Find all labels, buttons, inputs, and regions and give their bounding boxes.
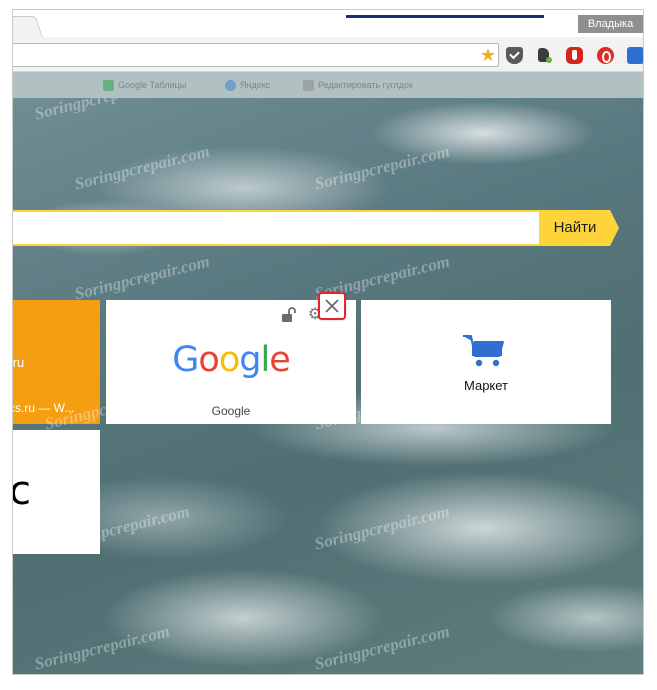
- tile-white-site[interactable]: c: [13, 430, 100, 554]
- tile-title: .ru: [13, 355, 25, 370]
- watermark: Soringpcrepair.com: [72, 251, 212, 304]
- new-tab-page: Найти .ru cs.ru — W... ⚙ Google Google: [13, 98, 643, 674]
- evernote-icon[interactable]: [536, 47, 553, 64]
- watermark: Soringpcrepair.com: [312, 141, 452, 194]
- doc-icon: [303, 80, 314, 92]
- bookmarks-bar: Google Таблицы Яндекс Редактировать гугл…: [13, 72, 643, 98]
- browser-window: Владыка ★ Google Таблицы Яндекс Редактир…: [13, 10, 643, 674]
- bookmark-item[interactable]: Яндекс: [225, 80, 270, 92]
- loading-bar: [346, 15, 544, 18]
- profile-badge[interactable]: Владыка: [578, 15, 643, 33]
- tab-strip: Владыка: [13, 10, 643, 38]
- unlock-icon[interactable]: [280, 306, 298, 324]
- google-logo: Google: [172, 340, 290, 380]
- bookmark-item[interactable]: Google Таблицы: [103, 80, 186, 92]
- search-input[interactable]: [13, 212, 543, 246]
- tile-orange-site[interactable]: .ru cs.ru — W...: [13, 300, 100, 424]
- pocket-icon[interactable]: [506, 47, 523, 64]
- watermark: Soringpcrepair.com: [72, 141, 212, 194]
- address-bar[interactable]: ★: [13, 43, 499, 67]
- tile-caption: Маркет: [463, 378, 509, 393]
- sheets-icon: [103, 80, 114, 92]
- shopping-cart-icon: [463, 335, 504, 367]
- bookmark-star-icon[interactable]: ★: [480, 44, 496, 66]
- search-button[interactable]: Найти: [540, 210, 619, 246]
- opera-icon[interactable]: [597, 47, 614, 64]
- adblock-icon[interactable]: [566, 47, 583, 64]
- tile-glyph: c: [13, 468, 31, 514]
- search-box: [13, 210, 543, 246]
- close-x-glyph: [325, 299, 339, 313]
- tile-market[interactable]: Маркет: [361, 300, 611, 424]
- toolbar: ★: [13, 37, 643, 72]
- tab-active[interactable]: [13, 16, 43, 38]
- watermark: Soringpcrepair.com: [32, 621, 172, 674]
- watermark: Soringpcrepair.com: [312, 621, 452, 674]
- watermark: Soringpcrepair.com: [33, 98, 172, 124]
- extension-icon[interactable]: [627, 47, 643, 64]
- remove-tile-close-icon[interactable]: [318, 292, 346, 320]
- tile-caption: Google: [211, 404, 251, 418]
- tile-caption: cs.ru — W...: [13, 401, 75, 415]
- watermark: Soringpcrepair.com: [312, 501, 452, 554]
- bookmark-item[interactable]: Редактировать гуглдок: [303, 80, 413, 92]
- yandex-icon: [225, 80, 236, 92]
